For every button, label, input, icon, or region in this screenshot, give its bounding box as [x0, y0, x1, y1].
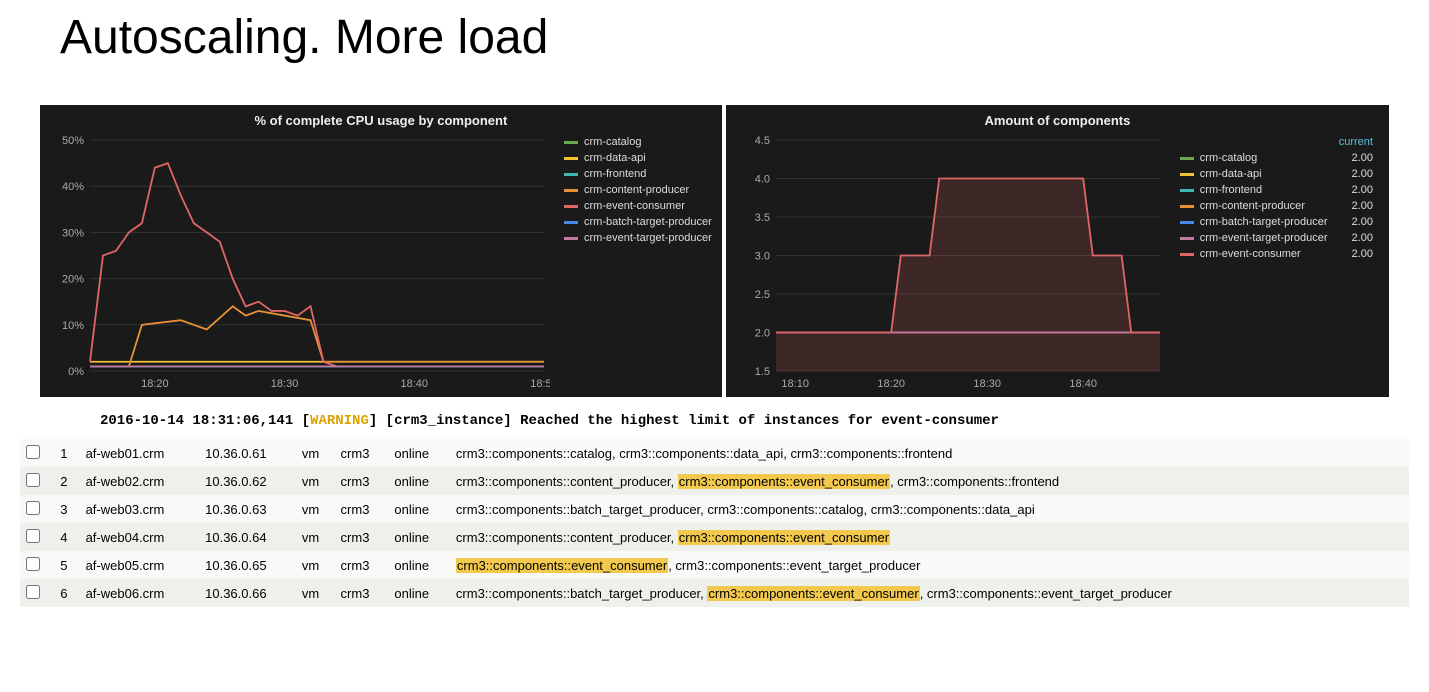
svg-text:0%: 0% — [68, 366, 84, 378]
table-row: 2af-web02.crm10.36.0.62vmcrm3onlinecrm3:… — [20, 467, 1409, 495]
legend-value: 2.00 — [1334, 152, 1373, 164]
svg-text:18:40: 18:40 — [401, 378, 429, 390]
svg-text:20%: 20% — [62, 274, 84, 286]
legend-swatch-icon — [564, 237, 578, 240]
legend-swatch-icon — [1180, 173, 1194, 176]
row-checkbox[interactable] — [26, 529, 40, 543]
svg-text:18:30: 18:30 — [973, 378, 1001, 390]
legend-item[interactable]: crm-event-target-producer — [564, 232, 712, 244]
legend-item[interactable]: crm-event-target-producer 2.00 — [1180, 232, 1373, 244]
legend-swatch-icon — [564, 205, 578, 208]
legend-item[interactable]: crm-data-api 2.00 — [1180, 168, 1373, 180]
svg-text:40%: 40% — [62, 181, 84, 193]
svg-text:2.0: 2.0 — [754, 328, 769, 340]
chart-count-legend: currentcrm-catalog2.00crm-data-api2.00cr… — [1166, 136, 1373, 391]
row-checkbox[interactable] — [26, 445, 40, 459]
legend-swatch-icon — [564, 157, 578, 160]
legend-value: 2.00 — [1334, 248, 1373, 260]
chart-count-area[interactable]: 1.5 2.0 2.5 3.0 3.5 4.0 4.5 18:10 18:20 18:30 18:4… — [736, 136, 1166, 391]
legend-label: crm-batch-target-producer — [1200, 216, 1328, 228]
table-row: 6af-web06.crm10.36.0.66vmcrm3onlinecrm3:… — [20, 579, 1409, 607]
table-row: 1af-web01.crm10.36.0.61vmcrm3onlinecrm3:… — [20, 439, 1409, 467]
legend-value: 2.00 — [1334, 184, 1373, 196]
row-checkbox[interactable] — [26, 585, 40, 599]
svg-text:30%: 30% — [62, 227, 84, 239]
hosts-table: 1af-web01.crm10.36.0.61vmcrm3onlinecrm3:… — [20, 439, 1409, 607]
svg-text:2.5: 2.5 — [754, 289, 769, 301]
legend-item[interactable]: crm-frontend 2.00 — [1180, 184, 1373, 196]
svg-text:18:10: 18:10 — [781, 378, 809, 390]
legend-item[interactable]: crm-catalog — [564, 136, 712, 148]
legend-item[interactable]: crm-catalog 2.00 — [1180, 152, 1373, 164]
log-line: 2016-10-14 18:31:06,141 [WARNING] [crm3_… — [0, 397, 1429, 439]
legend-label: crm-data-api — [1200, 168, 1262, 180]
svg-text:18:20: 18:20 — [877, 378, 905, 390]
legend-item[interactable]: crm-frontend — [564, 168, 712, 180]
legend-value: 2.00 — [1334, 200, 1373, 212]
log-prefix: 2016-10-14 18:31:06,141 [ — [100, 413, 310, 429]
legend-label: crm-event-consumer — [584, 200, 685, 212]
svg-text:18:20: 18:20 — [141, 378, 169, 390]
legend-label: crm-event-target-producer — [1200, 232, 1328, 244]
legend-swatch-icon — [564, 221, 578, 224]
row-checkbox[interactable] — [26, 557, 40, 571]
svg-text:4.0: 4.0 — [754, 174, 769, 186]
row-checkbox[interactable] — [26, 501, 40, 515]
svg-text:18:50: 18:50 — [530, 378, 550, 390]
legend-label: crm-frontend — [1200, 184, 1262, 196]
svg-text:18:30: 18:30 — [271, 378, 299, 390]
svg-text:3.0: 3.0 — [754, 251, 769, 263]
legend-label: crm-content-producer — [584, 184, 689, 196]
legend-label: crm-frontend — [584, 168, 646, 180]
table-row: 3af-web03.crm10.36.0.63vmcrm3onlinecrm3:… — [20, 495, 1409, 523]
legend-label: crm-content-producer — [1200, 200, 1305, 212]
legend-swatch-icon — [564, 173, 578, 176]
svg-text:10%: 10% — [62, 320, 84, 332]
legend-value: 2.00 — [1334, 216, 1373, 228]
table-row: 5af-web05.crm10.36.0.65vmcrm3onlinecrm3:… — [20, 551, 1409, 579]
legend-item[interactable]: crm-content-producer — [564, 184, 712, 196]
legend-item[interactable]: crm-event-consumer 2.00 — [1180, 248, 1373, 260]
chart-cpu-legend: crm-catalog crm-data-api crm-frontend crm-c… — [550, 136, 712, 391]
table-row: 4af-web04.crm10.36.0.64vmcrm3onlinecrm3:… — [20, 523, 1409, 551]
legend-label: crm-event-consumer — [1200, 248, 1301, 260]
legend-swatch-icon — [1180, 221, 1194, 224]
legend-item[interactable]: crm-content-producer 2.00 — [1180, 200, 1373, 212]
legend-label: crm-event-target-producer — [584, 232, 712, 244]
legend-item[interactable]: crm-batch-target-producer — [564, 216, 712, 228]
legend-swatch-icon — [1180, 237, 1194, 240]
chart-cpu-title: % of complete CPU usage by component — [50, 113, 712, 128]
legend-item[interactable]: crm-batch-target-producer 2.00 — [1180, 216, 1373, 228]
svg-text:3.5: 3.5 — [754, 212, 769, 224]
log-suffix: ] [crm3_instance] Reached the highest li… — [369, 413, 999, 429]
svg-text:18:40: 18:40 — [1069, 378, 1097, 390]
chart-count-title: Amount of components — [736, 113, 1379, 128]
legend-value: 2.00 — [1334, 168, 1373, 180]
legend-swatch-icon — [564, 141, 578, 144]
legend-header: current — [1180, 136, 1373, 148]
legend-item[interactable]: crm-data-api — [564, 152, 712, 164]
legend-label: crm-batch-target-producer — [584, 216, 712, 228]
legend-swatch-icon — [1180, 189, 1194, 192]
legend-label: crm-catalog — [584, 136, 641, 148]
chart-cpu-panel: % of complete CPU usage by component 0% 1… — [40, 105, 722, 397]
legend-item[interactable]: crm-event-consumer — [564, 200, 712, 212]
charts-row: % of complete CPU usage by component 0% 1… — [0, 105, 1429, 397]
log-level: WARNING — [310, 413, 369, 429]
legend-value: 2.00 — [1334, 232, 1373, 244]
svg-text:4.5: 4.5 — [754, 136, 769, 147]
svg-text:1.5: 1.5 — [754, 366, 769, 378]
legend-swatch-icon — [1180, 253, 1194, 256]
legend-swatch-icon — [564, 189, 578, 192]
page-title: Autoscaling. More load — [0, 0, 1429, 105]
legend-label: crm-data-api — [584, 152, 646, 164]
svg-text:50%: 50% — [62, 136, 84, 147]
chart-cpu-area[interactable]: 0% 10% 20% 30% 40% 50% 18:20 18:30 18:40 18:50 — [50, 136, 550, 391]
chart-count-panel: Amount of components 1.5 2.0 2.5 3.0 3.5 4.0 4… — [726, 105, 1389, 397]
legend-swatch-icon — [1180, 157, 1194, 160]
row-checkbox[interactable] — [26, 473, 40, 487]
legend-label: crm-catalog — [1200, 152, 1257, 164]
legend-swatch-icon — [1180, 205, 1194, 208]
